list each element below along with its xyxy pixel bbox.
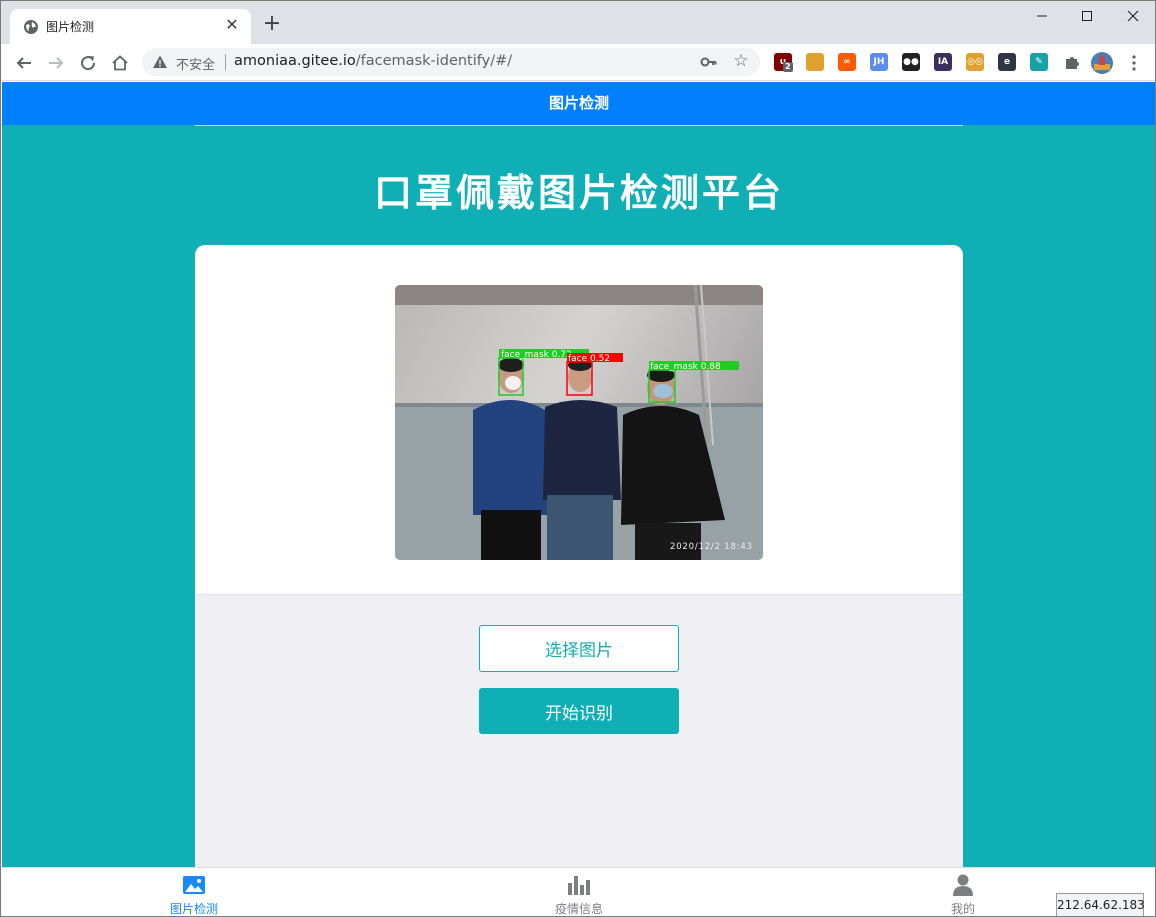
back-arrow-icon (16, 57, 31, 69)
address-bar[interactable]: 不安全 amoniaa.gitee.io/facemask-identify/#… (142, 48, 760, 76)
minimize-button[interactable] (1019, 1, 1065, 31)
url-text[interactable]: amoniaa.gitee.io/facemask-identify/#/ (234, 53, 512, 69)
home-icon (112, 55, 128, 71)
tab-title: 图片检测 (46, 20, 95, 34)
tab-epidemic-info[interactable]: 疫情信息 (519, 868, 639, 916)
browser-menu-button[interactable] (1121, 50, 1147, 76)
tab-label-epidemic-info: 疫情信息 (554, 902, 603, 916)
infinity-extension[interactable]: ∞ (838, 53, 856, 71)
user-icon (953, 874, 973, 896)
ublock-extension[interactable]: u2 (774, 53, 793, 72)
detection-label-1: face_mask 0.72 (501, 350, 572, 360)
reload-icon (81, 56, 96, 71)
detection-result-image: face_mask 0.72 face 0.52 face_mask 0.88 … (395, 285, 763, 560)
bottom-tabbar: 图片检测 疫情信息 我的 (2, 867, 1155, 916)
browser-toolbar: 不安全 amoniaa.gitee.io/facemask-identify/#… (1, 44, 1155, 81)
minimize-icon (1037, 15, 1047, 17)
profile-button[interactable] (1089, 50, 1115, 76)
warning-icon[interactable] (152, 54, 168, 70)
extensions-menu-button[interactable] (1059, 50, 1085, 76)
home-button[interactable] (107, 50, 133, 76)
image-icon (183, 876, 205, 894)
close-tab-icon[interactable]: ✕ (223, 16, 241, 34)
reload-button[interactable] (75, 50, 101, 76)
browser-window: 图片检测 ✕ + 不安全 amoniaa.gitee.io/facemask-i… (0, 0, 1156, 917)
photo-timestamp: 2020/12/2 18:43 (670, 542, 753, 552)
globe-icon (24, 20, 38, 34)
tab-strip: 图片检测 ✕ + (1, 1, 1155, 44)
key-icon[interactable] (700, 54, 718, 70)
detection-card: face_mask 0.72 face 0.52 face_mask 0.88 … (195, 245, 963, 916)
back-button[interactable] (11, 50, 37, 76)
security-label[interactable]: 不安全 (176, 54, 215, 73)
omnibox-divider (225, 54, 226, 70)
url-path: /facemask-identify/#/ (355, 53, 513, 69)
forward-button[interactable] (43, 50, 69, 76)
kebab-menu-icon (1132, 55, 1136, 71)
e-extension[interactable]: e (998, 53, 1016, 71)
detection-label-3: face_mask 0.88 (650, 362, 721, 372)
puzzle-icon (1066, 57, 1079, 69)
tab-label-image-detection: 图片检测 (169, 902, 218, 916)
glasses-extension[interactable]: ◎◎ (966, 53, 984, 71)
app-header: 图片检测 (2, 82, 1155, 125)
start-recognition-button[interactable]: 开始识别 (479, 688, 679, 734)
jh-extension[interactable]: JH (870, 53, 888, 71)
colorful-extension[interactable] (806, 53, 824, 71)
status-bubble: 212.64.62.183 (1056, 893, 1145, 916)
maximize-icon (1082, 11, 1092, 21)
header-divider (195, 125, 963, 126)
close-window-button[interactable] (1110, 1, 1155, 31)
web-page: 图片检测 口罩佩戴图片检测平台 face_mask 0.72 face 0.52… (2, 82, 1155, 916)
eyedropper-extension[interactable]: ✎ (1030, 53, 1048, 71)
bar-chart-icon (568, 876, 590, 895)
tab-label-mine: 我的 (950, 902, 975, 916)
maximize-button[interactable] (1064, 1, 1110, 31)
tab-mine[interactable]: 我的 (903, 868, 1023, 916)
bookmark-star-icon[interactable]: ☆ (732, 52, 750, 70)
select-image-button[interactable]: 选择图片 (479, 625, 679, 672)
ublock-badge: 2 (783, 62, 793, 72)
close-window-icon (1127, 10, 1139, 22)
detection-label-2: face 0.52 (568, 354, 610, 364)
tab-image-detection[interactable]: 图片检测 (134, 868, 254, 916)
ia-extension[interactable]: IA (934, 53, 952, 71)
avatar-icon (1091, 52, 1113, 74)
forward-arrow-icon (49, 57, 64, 69)
browser-tab[interactable]: 图片检测 ✕ (10, 9, 251, 44)
url-host: amoniaa.gitee.io (234, 53, 356, 69)
page-title: 口罩佩戴图片检测平台 (373, 171, 784, 215)
tampermonkey-extension[interactable]: ●● (902, 53, 920, 71)
new-tab-button[interactable]: + (261, 13, 283, 35)
